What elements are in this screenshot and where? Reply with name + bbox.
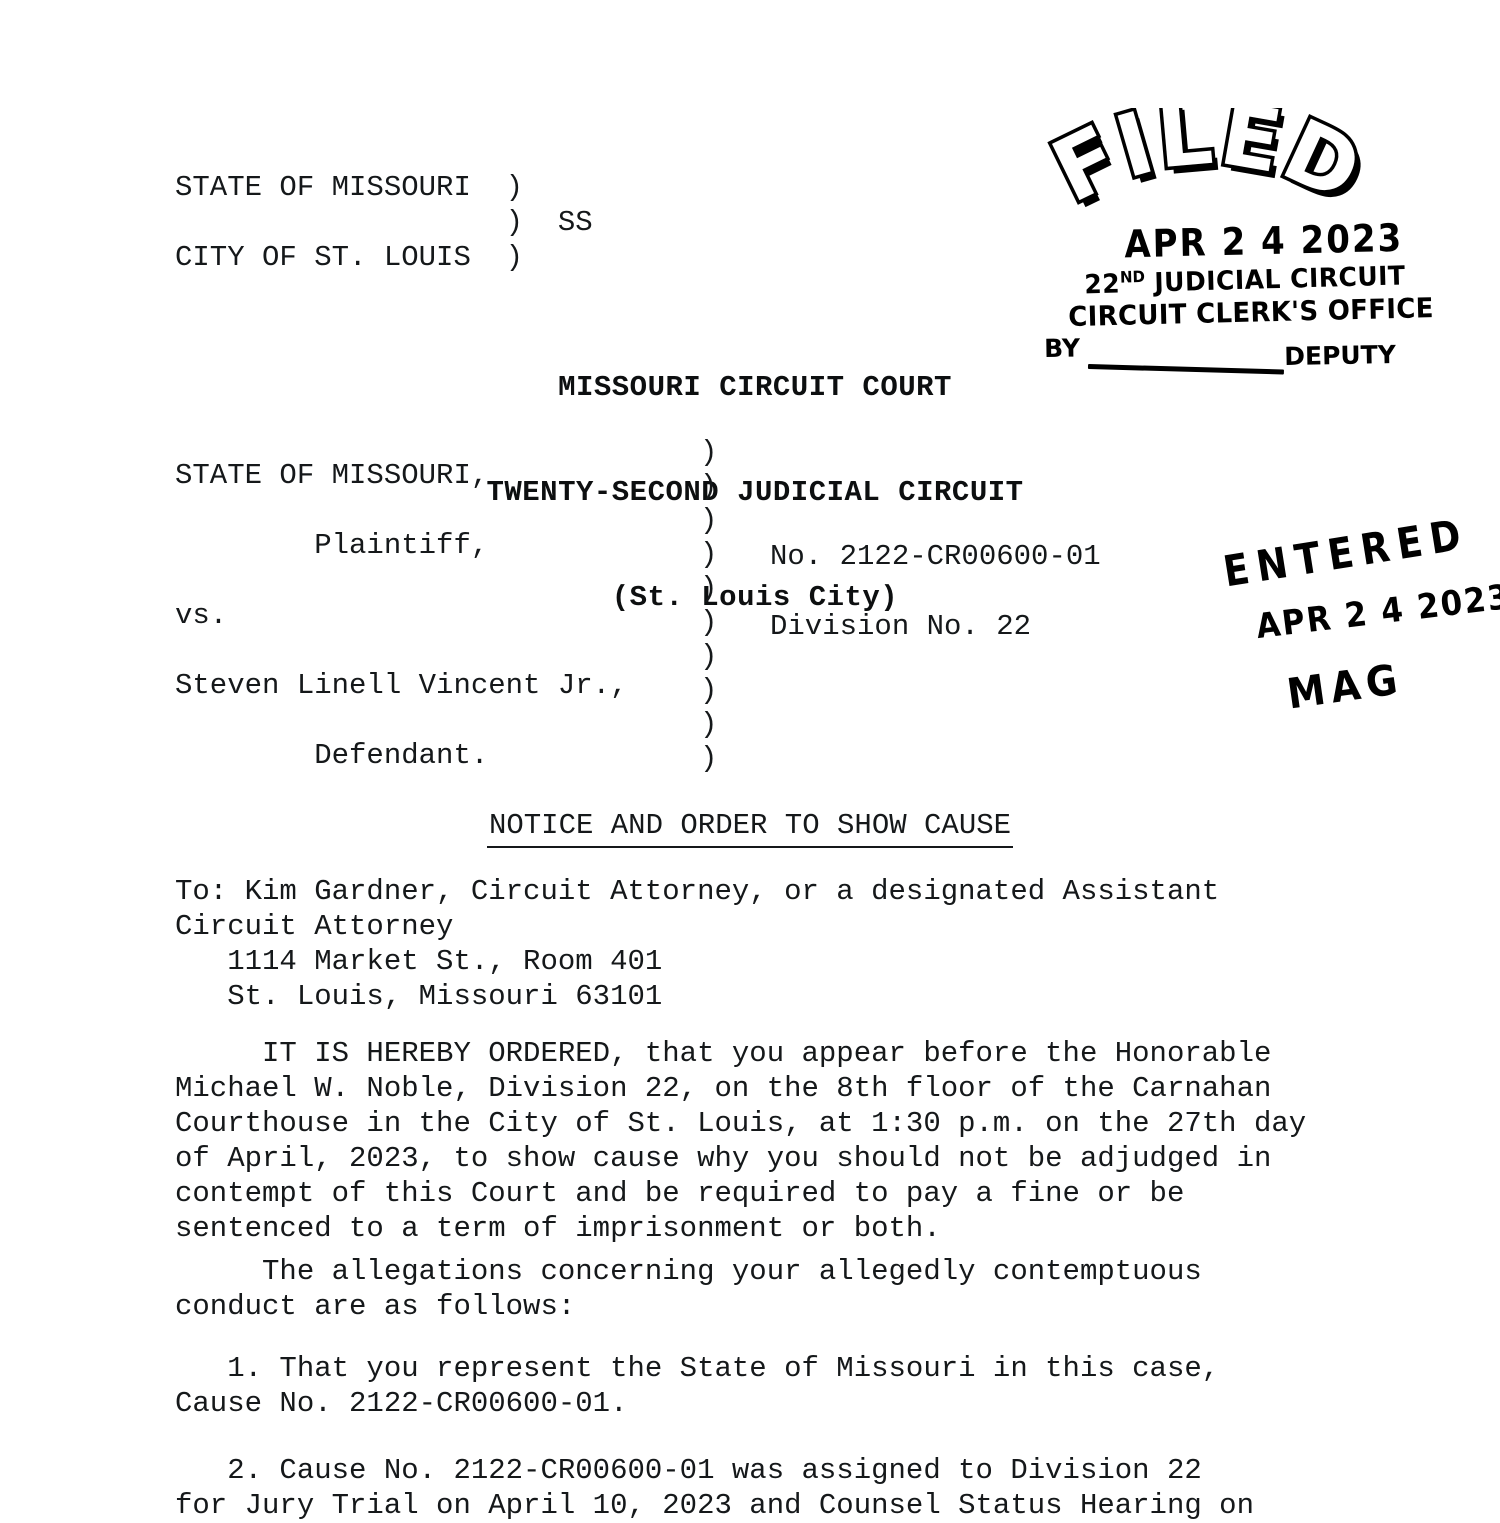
- numbered-item-2: 2. Cause No. 2122-CR00600-01 was assigne…: [175, 1454, 1254, 1522]
- document-page: STATE OF MISSOURI ) ) SS CITY OF ST. LOU…: [0, 0, 1500, 1522]
- addressee-block: To: Kim Gardner, Circuit Attorney, or a …: [175, 875, 1220, 1013]
- filed-stamp-circuit: 22ND JUDICIAL CIRCUIT: [1083, 260, 1406, 300]
- entered-stamp-initials: MAG: [1284, 654, 1407, 719]
- filed-circuit-ordinal: ND: [1119, 267, 1146, 287]
- entered-stamp-date: APR 2 4 2023: [1253, 577, 1500, 647]
- venue-line-ss: ) SS: [175, 206, 593, 239]
- document-title-text: NOTICE AND ORDER TO SHOW CAUSE: [486, 808, 1014, 848]
- filed-circuit-suffix: JUDICIAL CIRCUIT: [1144, 260, 1406, 298]
- venue-line-state: STATE OF MISSOURI ): [175, 171, 524, 204]
- court-header-line-1: MISSOURI CIRCUIT COURT: [558, 371, 952, 404]
- filed-stamp-office: CIRCUIT CLERK'S OFFICE: [1067, 292, 1435, 334]
- venue-block: STATE OF MISSOURI ) ) SS CITY OF ST. LOU…: [175, 170, 593, 275]
- division-number: Division No. 22: [770, 610, 1032, 643]
- caption-paren-column: ) ) ) ) ) ) ) ) ) ): [700, 436, 718, 775]
- caption-parties: STATE OF MISSOURI, Plaintiff, vs. Steven…: [175, 459, 628, 772]
- svg-text:FILED: FILED: [1038, 108, 1377, 223]
- caption-case-info: No. 2122-CR00600-01 Division No. 22: [770, 522, 1101, 662]
- filed-stamp-date: APR 2 4 2023: [1123, 216, 1404, 268]
- entered-stamp: ENTERED APR 2 4 2023 MAG: [1216, 506, 1500, 746]
- filed-stamp-by-label: BY: [1043, 333, 1081, 363]
- venue-line-city: CITY OF ST. LOUIS ): [175, 241, 524, 274]
- filed-circuit-number: 22: [1083, 268, 1121, 300]
- filed-stamp-deputy-label: DEPUTY: [1284, 342, 1397, 369]
- numbered-item-1: 1. That you represent the State of Misso…: [175, 1352, 1220, 1420]
- paragraph-allegations: The allegations concerning your allegedl…: [175, 1255, 1202, 1323]
- paragraph-order: IT IS HEREBY ORDERED, that you appear be…: [175, 1037, 1307, 1245]
- case-number: No. 2122-CR00600-01: [770, 540, 1101, 573]
- filed-stamp: FILED FILED APR 2 4 2023 22ND JUDICIAL C…: [1032, 108, 1434, 375]
- document-title: NOTICE AND ORDER TO SHOW CAUSE: [0, 808, 1500, 848]
